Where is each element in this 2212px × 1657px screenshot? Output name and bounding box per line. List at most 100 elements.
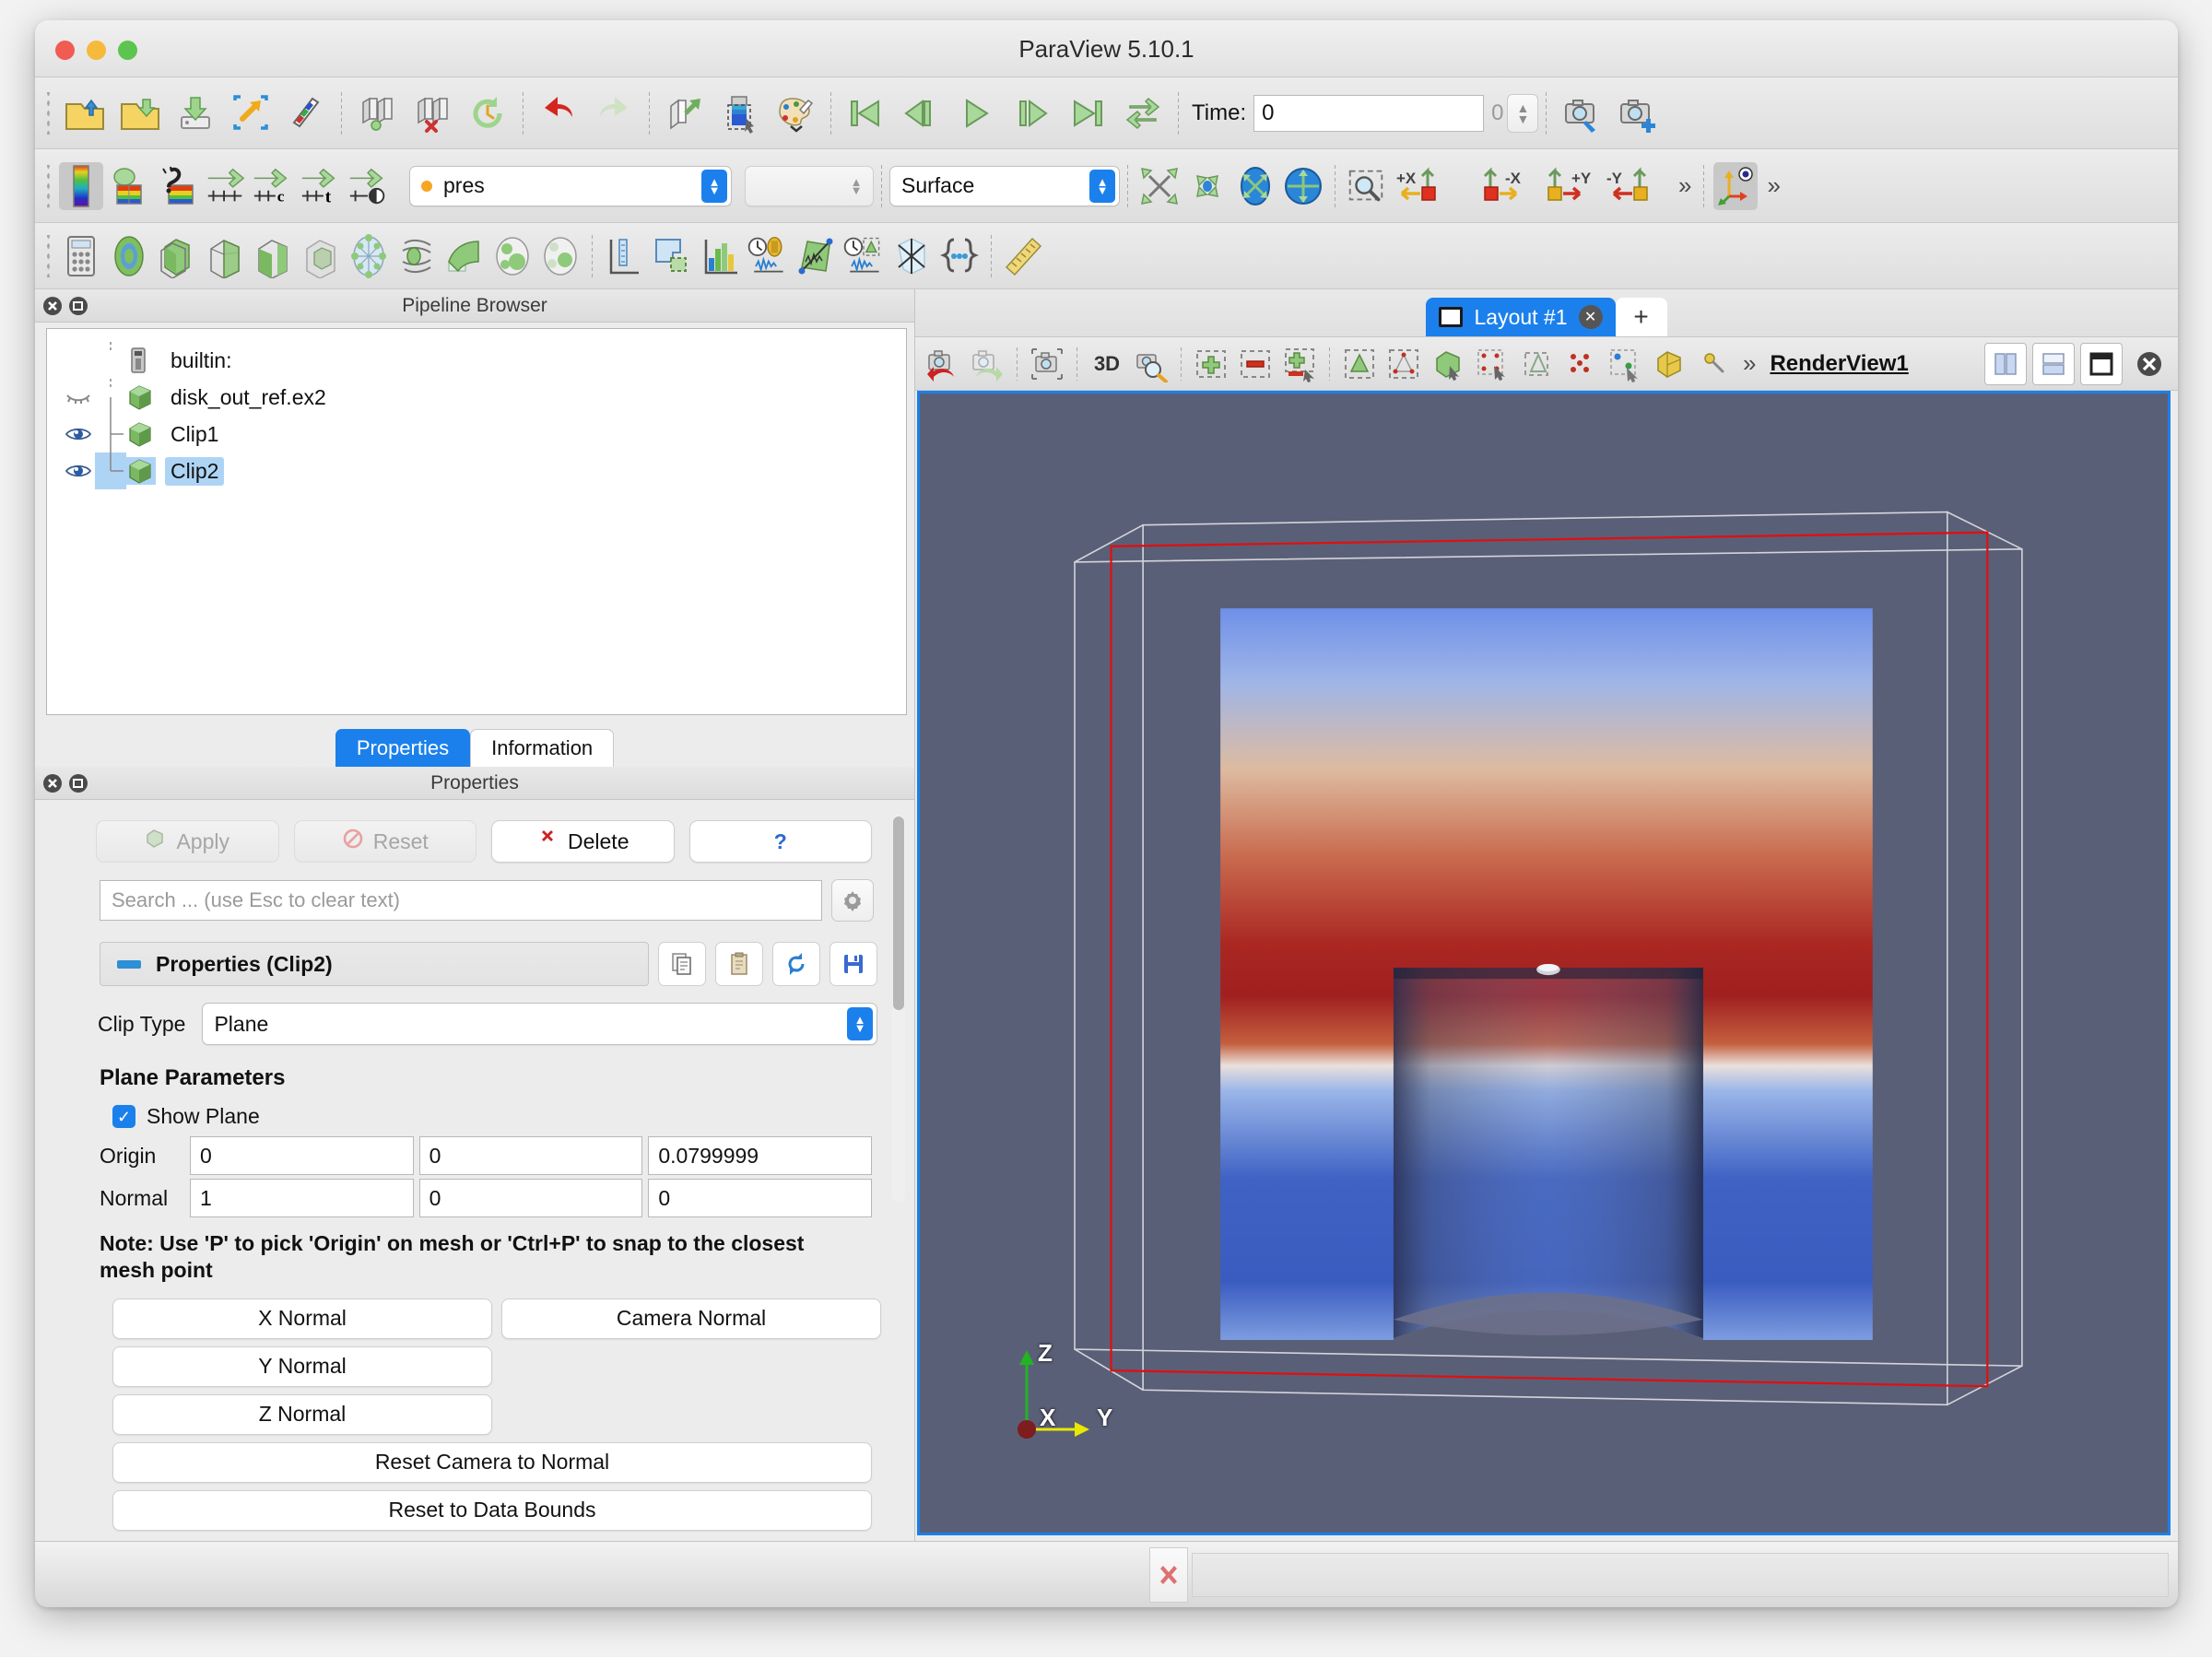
disconnect-server-icon[interactable]	[406, 87, 458, 140]
slice-icon[interactable]	[203, 232, 247, 280]
plot-data-over-time-icon[interactable]	[746, 232, 790, 280]
stop-button[interactable]	[1149, 1546, 1188, 1603]
loop-icon[interactable]	[1117, 87, 1169, 140]
copy-icon[interactable]	[658, 942, 706, 986]
representation-combo[interactable]: Surface ▲ ▼	[889, 165, 1120, 206]
undo-icon[interactable]	[533, 87, 584, 140]
view-plus-x-button[interactable]: +X	[1393, 162, 1459, 210]
view-plus-y-button[interactable]: +Y	[1533, 162, 1599, 210]
toolbar-overflow-button-2[interactable]: »	[1759, 171, 1784, 200]
rescale-to-data-range-over-time-icon[interactable]	[203, 162, 247, 210]
view-minus-y-button[interactable]: -Y	[1603, 162, 1669, 210]
camera-normal-button[interactable]: Camera Normal	[501, 1298, 881, 1339]
pipeline-item-disk-out-ref[interactable]: disk_out_ref.ex2	[47, 379, 906, 416]
chevron-updown-icon[interactable]: ▲ ▼	[843, 170, 869, 203]
save-animation-icon[interactable]	[1611, 87, 1663, 140]
connect-server-icon[interactable]	[351, 87, 403, 140]
toolbar-grip[interactable]	[43, 91, 53, 135]
frustum-points-icon[interactable]	[1560, 343, 1601, 385]
select-points-on-icon[interactable]	[1472, 343, 1512, 385]
save-as-defaults-icon[interactable]	[830, 942, 877, 986]
toolbar-grip[interactable]	[43, 164, 53, 207]
view-toolbar-overflow-button[interactable]: »	[1735, 349, 1760, 378]
zoom-to-data-icon[interactable]	[1185, 162, 1230, 210]
coloring-field-combo[interactable]: pres ▲ ▼	[409, 165, 732, 206]
redo-icon[interactable]	[588, 87, 640, 140]
pipeline-item-clip2[interactable]: Clip2	[47, 452, 906, 489]
chevron-updown-icon[interactable]: ▲ ▼	[1089, 169, 1115, 203]
maximize-icon[interactable]	[2080, 342, 2123, 385]
render-view[interactable]: 2.9e-02 0.026 0.024 0.022 0.02 0.018 0.0…	[917, 391, 2171, 1535]
glyph-icon[interactable]	[347, 232, 391, 280]
pipeline-item-builtin[interactable]: builtin:	[47, 342, 906, 379]
extract-subset-icon[interactable]	[299, 232, 343, 280]
select-cells-through-icon[interactable]	[1339, 343, 1380, 385]
toolbar-overflow-button[interactable]: »	[1671, 171, 1696, 200]
search-input[interactable]: Search ... (use Esc to clear text)	[100, 880, 822, 921]
camera-undo-icon[interactable]	[659, 87, 711, 140]
paste-icon[interactable]	[715, 942, 763, 986]
toolbar-grip[interactable]	[43, 234, 53, 277]
add-selection-icon[interactable]	[1191, 343, 1231, 385]
play-icon[interactable]	[951, 87, 1003, 140]
split-vertical-icon[interactable]	[2032, 342, 2075, 385]
clip-type-combo[interactable]: Plane ▲ ▼	[202, 1003, 877, 1045]
gear-icon[interactable]	[831, 879, 874, 922]
time-input[interactable]: 0	[1253, 94, 1485, 132]
stream-tracer-icon[interactable]	[394, 232, 439, 280]
last-frame-icon[interactable]	[1062, 87, 1113, 140]
show-plane-row[interactable]: ✓ Show Plane	[52, 1091, 901, 1129]
rotate-camera-icon[interactable]	[1233, 162, 1277, 210]
annotate-time-icon[interactable]	[889, 232, 934, 280]
normal-x-input[interactable]: 1	[190, 1179, 414, 1217]
properties-scrollbar[interactable]	[892, 815, 905, 1202]
normal-y-input[interactable]: 0	[418, 1179, 643, 1217]
visibility-toggle-closed-eye-icon[interactable]	[62, 388, 95, 406]
next-frame-icon[interactable]	[1006, 87, 1058, 140]
rescale-to-temporal-range-icon[interactable]: t	[299, 162, 343, 210]
redo-camera-icon[interactable]	[967, 343, 1007, 385]
z-normal-button[interactable]: Z Normal	[112, 1393, 492, 1435]
select-colormap-icon[interactable]	[714, 87, 766, 140]
help-button[interactable]: ?	[688, 820, 872, 863]
open-file-icon[interactable]	[59, 87, 111, 140]
hover-points-icon[interactable]	[1693, 343, 1734, 385]
render-view-name[interactable]: RenderView1	[1770, 351, 1908, 377]
interactive-select-points-icon[interactable]	[1605, 343, 1645, 385]
show-orientation-axes-icon[interactable]	[1713, 161, 1759, 210]
plot-over-line-icon[interactable]	[602, 232, 646, 280]
save-screenshot-icon[interactable]	[1556, 87, 1607, 140]
float-panel-icon[interactable]	[68, 773, 88, 793]
extract-level-icon[interactable]	[538, 232, 582, 280]
properties-section-header[interactable]: Properties (Clip2)	[100, 942, 649, 986]
group-datasets-icon[interactable]	[490, 232, 535, 280]
float-panel-icon[interactable]	[68, 296, 88, 316]
subtract-selection-icon[interactable]	[1235, 343, 1276, 385]
chevron-updown-icon[interactable]: ▲ ▼	[701, 169, 727, 203]
visibility-toggle-eye-icon[interactable]	[62, 425, 95, 443]
pipeline-browser[interactable]: builtin: disk_out_ref.ex2 Clip1 Clip2	[46, 328, 907, 715]
close-panel-icon[interactable]	[42, 296, 63, 316]
layout-tab[interactable]: Layout #1 ✕	[1426, 298, 1616, 336]
undo-camera-icon[interactable]	[923, 343, 963, 385]
coloring-component-combo[interactable]: ▲ ▼	[745, 165, 874, 206]
first-frame-icon[interactable]	[841, 87, 892, 140]
select-blocks-icon[interactable]	[1649, 343, 1689, 385]
show-plane-checkbox[interactable]: ✓	[112, 1105, 135, 1128]
orientation-axes[interactable]: Z X Y	[1012, 1337, 1141, 1448]
visibility-toggle-eye-icon[interactable]	[62, 462, 95, 480]
y-normal-button[interactable]: Y Normal	[112, 1346, 492, 1387]
ruler-icon[interactable]	[1001, 232, 1045, 280]
threshold-icon[interactable]	[251, 232, 295, 280]
pipeline-item-clip1[interactable]: Clip1	[47, 416, 906, 452]
connect-icon[interactable]	[280, 87, 332, 140]
tab-information[interactable]: Information	[470, 729, 615, 767]
reset-button[interactable]: Reset	[293, 820, 477, 863]
contour-icon[interactable]	[107, 232, 151, 280]
calculator-icon[interactable]	[59, 232, 103, 280]
view-minus-x-button[interactable]: -X	[1463, 162, 1529, 210]
save-state-icon[interactable]	[170, 87, 221, 140]
restore-defaults-icon[interactable]	[772, 942, 820, 986]
adjust-camera-icon[interactable]	[1027, 343, 1067, 385]
frame-stepper[interactable]: ▲ ▼	[1507, 93, 1539, 133]
